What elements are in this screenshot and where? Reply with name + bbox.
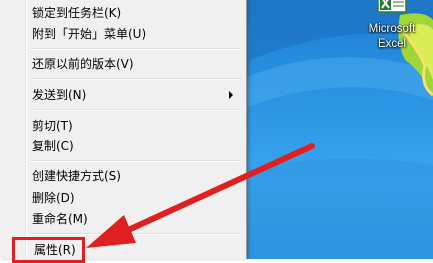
excel-icon[interactable] — [376, 0, 408, 18]
menu-item-label: 锁定到任务栏(K) — [32, 6, 122, 20]
menu-item-send-to[interactable]: 发送到(N) — [3, 85, 241, 105]
shortcut-label-line2: Excel — [377, 38, 407, 50]
menu-item-label: 剪切(T) — [32, 119, 73, 133]
menu-item-delete[interactable]: 删除(D) — [3, 188, 241, 208]
menu-separator — [30, 78, 240, 80]
menu-item-rename[interactable]: 重命名(M) — [3, 209, 241, 229]
context-menu: 锁定到任务栏(K) 附到「开始」菜单(U) 还原以前的版本(V) 发送到(N) … — [0, 0, 247, 263]
menu-item-label: 重命名(M) — [32, 212, 88, 226]
highlight-box — [12, 237, 85, 263]
shortcut-label-line1: Microsoft — [368, 23, 416, 35]
menu-item-label: 还原以前的版本(V) — [32, 57, 134, 71]
submenu-arrow-icon — [229, 91, 233, 99]
menu-item-cut[interactable]: 剪切(T) — [3, 116, 241, 136]
menu-item-label: 删除(D) — [32, 191, 75, 205]
menu-item-create-shortcut[interactable]: 创建快捷方式(S) — [3, 166, 241, 186]
menu-item-restore-versions[interactable]: 还原以前的版本(V) — [3, 54, 241, 74]
menu-item-pin-start[interactable]: 附到「开始」菜单(U) — [3, 24, 241, 44]
menu-item-pin-taskbar[interactable]: 锁定到任务栏(K) — [3, 3, 241, 23]
menu-item-label: 创建快捷方式(S) — [32, 169, 121, 183]
menu-separator — [30, 160, 240, 162]
menu-separator — [30, 109, 240, 111]
menu-item-copy[interactable]: 复制(C) — [3, 136, 241, 156]
menu-item-label: 发送到(N) — [32, 88, 87, 102]
menu-separator — [30, 233, 240, 235]
menu-item-label: 复制(C) — [32, 139, 74, 153]
menu-separator — [30, 48, 240, 50]
menu-item-label: 附到「开始」菜单(U) — [32, 27, 147, 41]
